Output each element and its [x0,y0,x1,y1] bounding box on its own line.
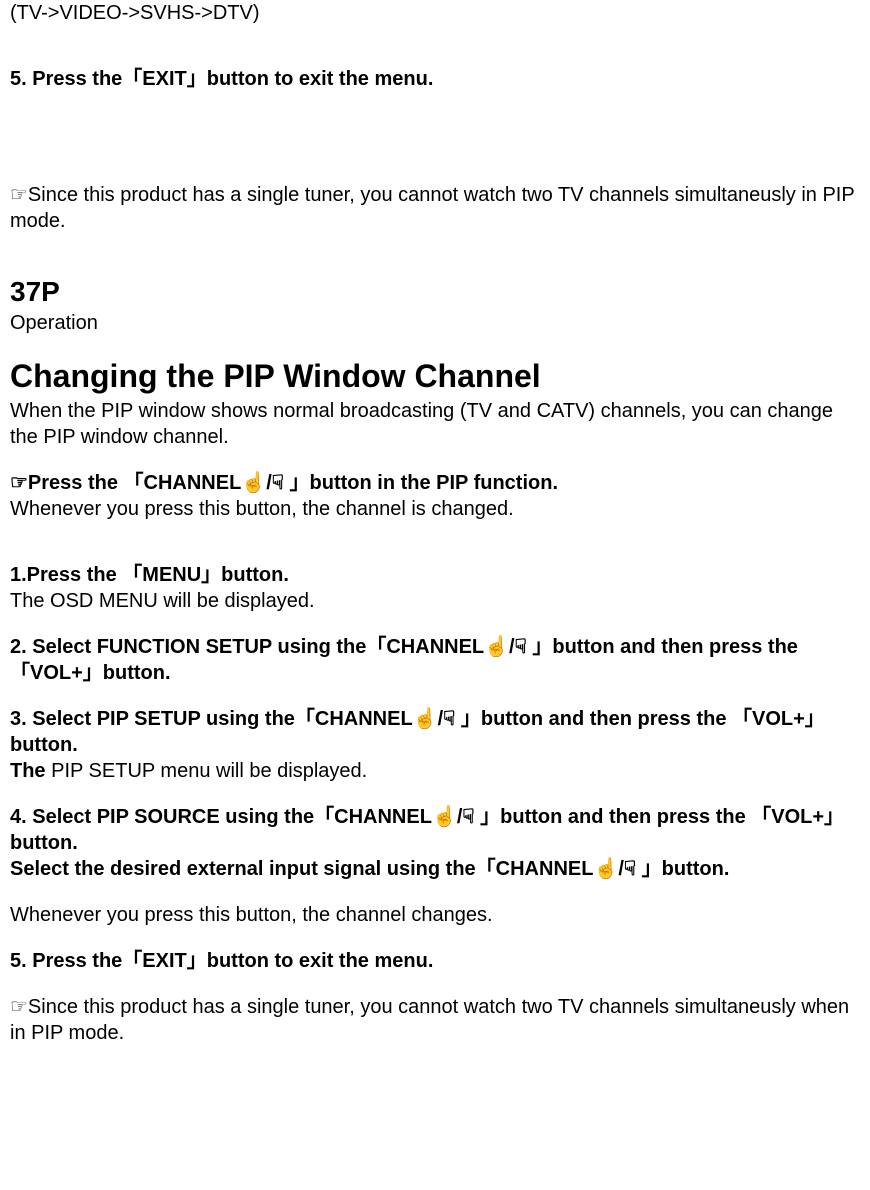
text-fragment: The [10,760,46,782]
spacer [10,784,860,804]
text-fragment: PIP SETUP menu will be displayed. [46,760,368,782]
step-text: 5. Press the「EXIT」button to exit the men… [10,66,860,92]
up-hand-icon: ☝ [593,858,618,880]
up-hand-icon: ☝ [432,806,457,828]
step-text: 2. Select FUNCTION SETUP using the「CHANN… [10,634,860,686]
note-text: ☞Since this product has a single tuner, … [10,994,860,1046]
step-text: 1.Press the 「MENU」button. [10,562,860,588]
body-text: The PIP SETUP menu will be displayed. [10,758,860,784]
up-hand-icon: ☝ [484,636,509,658]
spacer [10,336,860,356]
spacer [10,686,860,706]
step-text: 5. Press the「EXIT」button to exit the men… [10,948,860,974]
spacer [10,234,860,274]
step-text: Select the desired external input signal… [10,856,860,882]
text-fragment: 3. Select PIP SETUP using the「CHANNEL [10,708,413,730]
spacer [10,450,860,470]
text-fragment: 4. Select PIP SOURCE using the「CHANNEL [10,806,432,828]
spacer [10,26,860,66]
note-text: ☞Since this product has a single tuner, … [10,182,860,234]
spacer [10,928,860,948]
body-text: When the PIP window shows normal broadca… [10,398,860,450]
text-fragment: 」button in the PIP function. [284,472,558,494]
step-text: 4. Select PIP SOURCE using the「CHANNEL☝/… [10,804,860,856]
down-hand-icon: ☟ [462,806,474,828]
down-hand-icon: ☟ [624,858,636,880]
step-text: 3. Select PIP SETUP using the「CHANNEL☝/☟… [10,706,860,758]
spacer [10,974,860,994]
body-text: The OSD MENU will be displayed. [10,588,860,614]
heading: Changing the PIP Window Channel [10,356,860,398]
down-hand-icon: ☟ [515,636,527,658]
text-fragment: Select the desired external input signal… [10,858,593,880]
body-text: Whenever you press this button, the chan… [10,902,860,928]
text-fragment: 」button. [636,858,729,880]
text-fragment: ☞Press the 「CHANNEL [10,472,241,494]
text-line: (TV->VIDEO->SVHS->DTV) [10,0,860,26]
step-text: ☞Press the 「CHANNEL☝/☟ 」button in the PI… [10,470,860,496]
section-label: Operation [10,310,860,336]
up-hand-icon: ☝ [413,708,438,730]
spacer [10,614,860,634]
body-text: Whenever you press this button, the chan… [10,496,860,522]
page-number: 37P [10,274,860,310]
up-hand-icon: ☝ [241,472,266,494]
spacer [10,882,860,902]
spacer [10,92,860,182]
document-page: (TV->VIDEO->SVHS->DTV) 5. Press the「EXIT… [0,0,870,1086]
down-hand-icon: ☟ [272,472,284,494]
text-fragment: 2. Select FUNCTION SETUP using the「CHANN… [10,636,484,658]
spacer [10,522,860,562]
down-hand-icon: ☟ [443,708,455,730]
